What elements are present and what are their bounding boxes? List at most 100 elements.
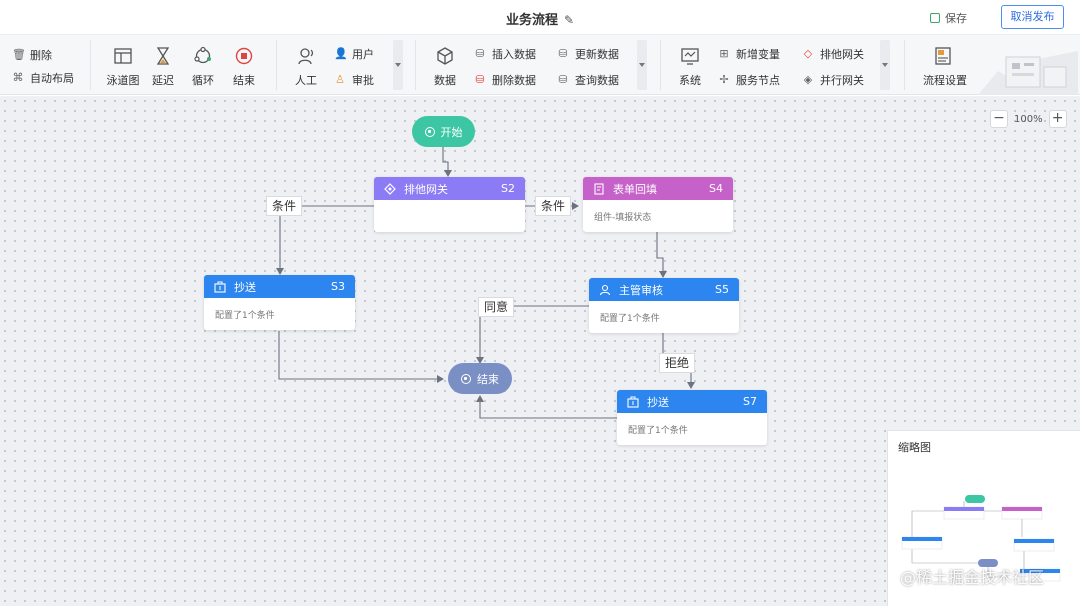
delay-button[interactable]: 延迟 [143, 46, 183, 88]
query-data-button[interactable]: ⛁ 查询数据 [557, 72, 619, 88]
group-divider [904, 40, 905, 90]
parallel-gateway-label: 并行网关 [820, 74, 864, 87]
save-button[interactable]: 保存 [930, 10, 967, 26]
page-title-text: 业务流程 [505, 13, 558, 28]
node-id: S2 [501, 182, 515, 195]
data-label: 数据 [434, 74, 456, 87]
save-icon [930, 13, 940, 23]
update-data-button[interactable]: ⛁ 更新数据 [557, 46, 619, 62]
loop-label: 循环 [192, 74, 214, 87]
update-data-label: 更新数据 [575, 48, 619, 61]
delete-data-button[interactable]: ⛁ 删除数据 [474, 72, 536, 88]
end-label: 结束 [233, 74, 255, 87]
end-node-label: 结束 [477, 372, 499, 386]
service-node-button[interactable]: ✢ 服务节点 [718, 72, 780, 88]
edge-s2-to-s3 [276, 205, 374, 275]
group-divider [90, 40, 91, 90]
edge-label-agree[interactable]: 同意 [478, 297, 515, 317]
delete-label: 删除 [30, 49, 52, 62]
swimlane-button[interactable]: 泳道图 [103, 46, 143, 88]
database-search-icon: ⛁ [558, 73, 568, 86]
diamond-icon: ◇ [803, 47, 813, 60]
system-button[interactable]: 系统 [670, 46, 710, 88]
copy-send-icon [627, 396, 639, 408]
user-icon: 👤 [334, 47, 348, 60]
cancel-publish-button[interactable]: 取消发布 [1001, 5, 1064, 29]
new-variable-label: 新增变量 [736, 48, 780, 61]
node-s3[interactable]: 抄送 S3 配置了1个条件 [204, 275, 355, 330]
monitor-icon [681, 48, 699, 65]
edge-label-condition[interactable]: 条件 [535, 196, 572, 216]
user-label: 用户 [352, 48, 374, 61]
node-s5[interactable]: 主管审核 S5 配置了1个条件 [589, 278, 739, 333]
edge-label-reject[interactable]: 拒绝 [659, 353, 696, 373]
node-id: S7 [743, 395, 757, 408]
delete-button[interactable]: 🗑 删除 [12, 47, 52, 63]
delete-data-label: 删除数据 [492, 74, 536, 87]
exclusive-gateway-label: 排他网关 [820, 48, 864, 61]
parallel-gateway-button[interactable]: ◈ 并行网关 [802, 72, 864, 88]
node-id: S4 [709, 182, 723, 195]
top-bar: 业务流程 ✎ 保存 取消发布 [0, 0, 1080, 34]
node-header: 抄送 S7 [617, 390, 767, 413]
exclusive-gateway-button[interactable]: ◇ 排他网关 [802, 46, 864, 62]
group-expand-toggle[interactable] [880, 40, 890, 90]
node-title: 抄送 [647, 395, 669, 409]
auto-layout-button[interactable]: ⌘ 自动布局 [12, 70, 75, 86]
auto-layout-label: 自动布局 [30, 72, 74, 85]
watermark-text: @稀土掘金技术社区 [900, 568, 1045, 587]
variable-icon: ⊞ [719, 47, 729, 60]
delay-label: 延迟 [152, 74, 174, 87]
page-title: 业务流程 ✎ [0, 9, 1080, 28]
data-button[interactable]: 数据 [425, 46, 465, 88]
user-button[interactable]: 👤 用户 [334, 46, 374, 62]
insert-data-label: 插入数据 [492, 48, 536, 61]
node-id: S5 [715, 283, 729, 296]
edge-s4-to-s5 [656, 232, 667, 278]
node-body: 组件-填报状态 [594, 213, 652, 223]
end-button[interactable]: 结束 [224, 46, 264, 88]
manual-button[interactable]: 人工 [286, 46, 326, 88]
person-icon [298, 48, 314, 65]
node-body [374, 200, 525, 220]
stop-icon [461, 373, 471, 384]
database-plus-icon: ⛁ [475, 47, 485, 60]
trash-icon: 🗑 [12, 48, 26, 61]
new-variable-button[interactable]: ⊞ 新增变量 [718, 46, 780, 62]
loop-button[interactable]: 循环 [183, 46, 223, 88]
user-icon [599, 284, 611, 295]
system-label: 系统 [679, 74, 701, 87]
insert-data-button[interactable]: ⛁ 插入数据 [474, 46, 536, 62]
node-body: 配置了1个条件 [628, 426, 688, 436]
settings-doc-icon [935, 47, 951, 65]
form-icon [594, 182, 604, 195]
start-node-label: 开始 [440, 125, 463, 139]
node-title: 主管审核 [619, 283, 663, 297]
node-header: 排他网关 S2 [374, 177, 525, 200]
manual-label: 人工 [295, 74, 317, 87]
node-body: 配置了1个条件 [600, 314, 660, 324]
node-s4[interactable]: 表单回填 S4 组件-填报状态 [583, 177, 733, 232]
approve-label: 审批 [352, 74, 374, 87]
group-expand-toggle[interactable] [393, 40, 403, 90]
pencil-icon[interactable]: ✎ [564, 13, 574, 27]
approve-button[interactable]: ♙ 审批 [334, 72, 374, 88]
service-node-label: 服务节点 [736, 74, 780, 87]
node-s7[interactable]: 抄送 S7 配置了1个条件 [617, 390, 767, 445]
edge-label-condition[interactable]: 条件 [266, 196, 303, 216]
node-header: 主管审核 S5 [589, 278, 739, 301]
hourglass-icon [156, 47, 170, 65]
node-body: 配置了1个条件 [215, 311, 275, 321]
flow-canvas[interactable]: − 100% + 条件 条件 同意 拒绝 开始 结束 排他网关 S2 表单回填 … [0, 96, 1080, 606]
flow-settings-button[interactable]: 流程设置 [923, 46, 967, 88]
node-s2[interactable]: 排他网关 S2 [374, 177, 525, 232]
node-id: S3 [331, 280, 345, 293]
play-icon [424, 126, 435, 137]
node-header: 抄送 S3 [204, 275, 355, 298]
group-expand-toggle[interactable] [637, 40, 647, 90]
database-minus-icon: ⛁ [475, 73, 485, 86]
group-divider [276, 40, 277, 90]
decorative-illustration [978, 51, 1078, 95]
start-node[interactable]: 开始 [412, 116, 475, 147]
end-node[interactable]: 结束 [448, 363, 512, 394]
